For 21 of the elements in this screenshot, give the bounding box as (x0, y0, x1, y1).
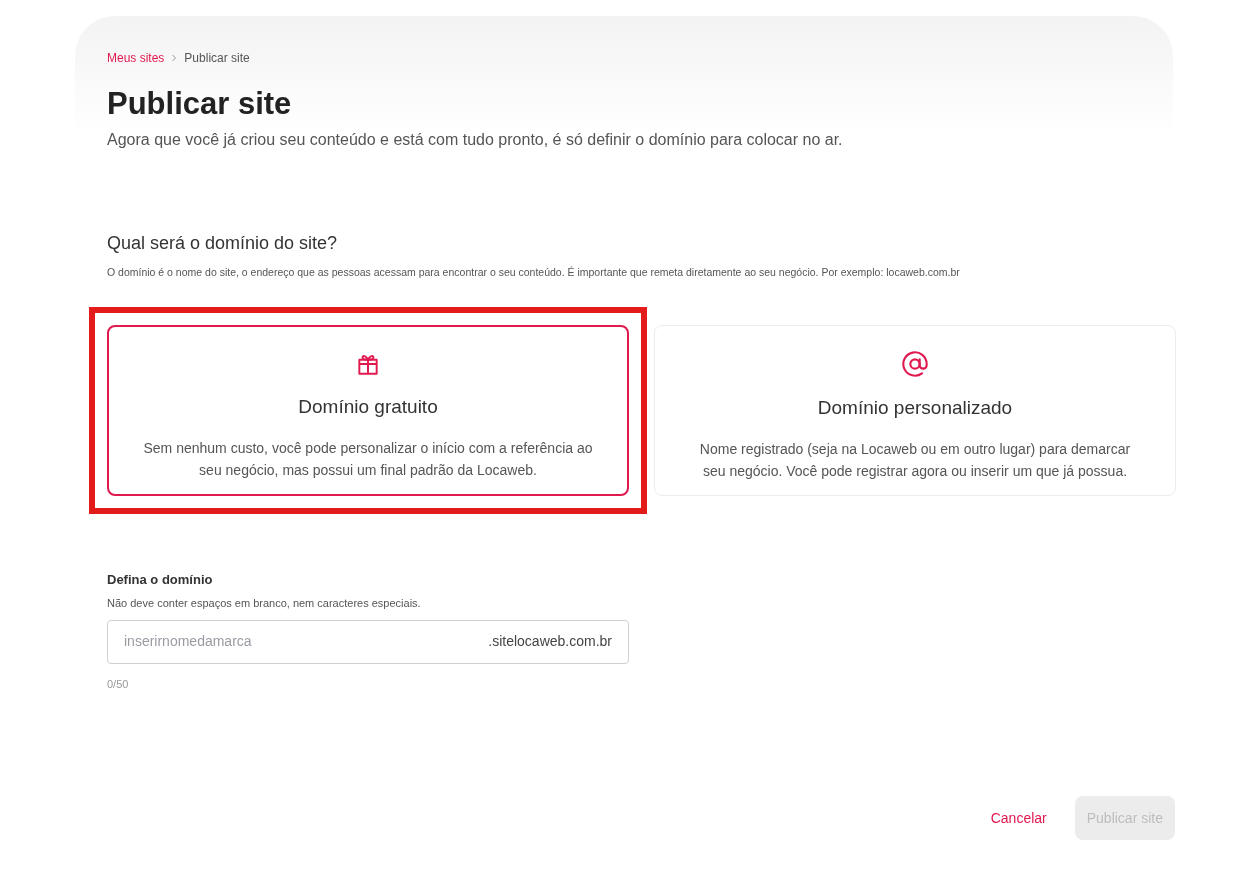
option-description: Sem nenhum custo, você pode personalizar o início com a referência ao seu negócio, mas possui um final padrão da Locaweb. (142, 439, 594, 480)
domain-field[interactable]: inserirnomedamarca .sitelocaweb.com.br (107, 619, 629, 664)
option-title: Domínio personalizado (817, 395, 1013, 420)
domain-option-card[interactable]: Domínio personalizado Nome registrado (seja na Locaweb ou em outro lugar) para demarcar seu negócio. Você pode registrar agora ou inserir um que já possua. (654, 324, 1176, 496)
breadcrumb-link[interactable]: Meus sites (107, 49, 165, 67)
section-title: Qual será o domínio do site? (107, 231, 339, 255)
character-counter: 0/50 (107, 676, 130, 692)
domain-option-card[interactable]: Domínio gratuito Sem nenhum custo, você pode personalizar o início com a referência ao seu negócio, mas possui um final padrão da Locaweb. (107, 324, 629, 496)
option-title: Domínio gratuito (298, 394, 438, 419)
section-description: O domínio é o nome do site, o endereço que as pessoas acessam para encontrar o seu conteúdo. É importante que remeta diretamente ao seu negócio. Por exemplo: locaweb.com.br (107, 264, 961, 280)
at-sign-icon (901, 349, 929, 378)
domain-suffix: .sitelocaweb.com.br (488, 632, 612, 651)
page-title: Publicar site (107, 85, 293, 123)
cancel-button[interactable]: Cancelar (990, 807, 1047, 829)
domain-input-field[interactable]: inserirnomedamarca (124, 631, 489, 652)
breadcrumb-current: Publicar site (184, 50, 250, 67)
field-label: Defina o domínio (107, 570, 214, 589)
page-subtitle: Agora que você já criou seu conteúdo e está com tudo pronto, é só definir o domínio para colocar no ar. (107, 129, 844, 150)
field-hint: Não deve conter espaços em branco, nem caracteres especiais. (107, 596, 422, 611)
option-description: Nome registrado (seja na Locaweb ou em outro lugar) para demarcar seu negócio. Você pode registrar agora ou inserir um que já possua. (698, 440, 1132, 481)
chevron-right-icon (170, 54, 179, 62)
